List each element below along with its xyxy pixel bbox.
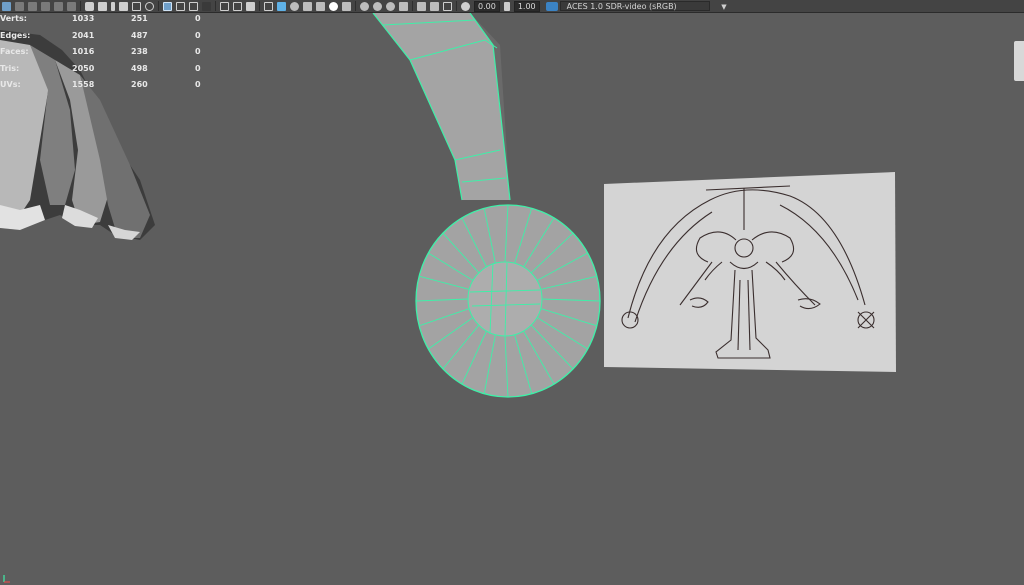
paint-icon[interactable] [28, 1, 37, 11]
hud-value-selected: 498 [131, 63, 148, 73]
hand-mesh [0, 30, 155, 240]
safe-title-icon[interactable] [220, 1, 229, 11]
hud-value-components: 0 [195, 30, 201, 40]
toolbar-separator [259, 1, 260, 11]
hud-value-components: 0 [195, 47, 201, 56]
xray-components-icon[interactable] [443, 1, 452, 11]
resolution-gate-icon[interactable] [145, 1, 154, 11]
hud-label: UVs: [0, 80, 21, 89]
view-axis-icon [3, 575, 10, 583]
field-chart-icon[interactable] [189, 1, 198, 11]
toolbar-separator [80, 1, 81, 11]
exposure-icon[interactable] [461, 1, 470, 11]
bounding-box-icon[interactable] [264, 1, 273, 11]
default-material-icon[interactable] [290, 1, 299, 11]
field-chart-text-icon[interactable] [246, 1, 255, 11]
reference-image-plane[interactable] [604, 172, 896, 372]
textured-icon[interactable] [303, 1, 312, 11]
screen-ao-icon[interactable] [342, 1, 351, 11]
hud-value-selected: 251 [131, 14, 148, 23]
toolbar-separator [158, 1, 159, 11]
use-lights-icon[interactable] [316, 1, 325, 11]
shadows-icon[interactable] [329, 1, 338, 11]
depth-of-field-icon[interactable] [386, 1, 395, 11]
grid-icon[interactable] [163, 1, 172, 11]
xray-icon[interactable] [417, 1, 426, 11]
colorspace-dropdown[interactable]: ACES 1.0 SDR-video (sRGB) ▼ [559, 1, 727, 11]
side-panel-tab[interactable] [1014, 41, 1024, 81]
hud-value-selected: 238 [131, 47, 148, 56]
hud-label: Tris: [0, 63, 20, 73]
hud-label: Verts: [0, 14, 27, 23]
hud-value-selected: 487 [131, 30, 148, 40]
gamma-icon[interactable] [503, 1, 510, 11]
colorspace-label: ACES 1.0 SDR-video (sRGB) [566, 2, 677, 11]
hud-label: Faces: [0, 47, 29, 56]
hud-value-total: 1033 [72, 14, 95, 23]
lasso-icon[interactable] [15, 1, 24, 11]
hud-value-total: 1558 [72, 80, 95, 89]
viewport-panel-toolbar: 0.00 1.00 ACES 1.0 SDR-video (sRGB) ▼ [0, 0, 1024, 13]
viewport-3d[interactable] [0, 13, 1024, 585]
select-icon[interactable] [2, 1, 11, 11]
hud-label: Edges: [0, 30, 31, 40]
rotate-icon[interactable] [54, 1, 63, 11]
safe-action-icon[interactable] [202, 1, 211, 11]
toolbar-separator [456, 1, 457, 11]
move-icon[interactable] [41, 1, 50, 11]
toolbar-separator [355, 1, 356, 11]
colorspace-toggle-icon[interactable] [545, 1, 558, 11]
motion-blur-icon[interactable] [360, 1, 369, 11]
gate-mask-icon[interactable] [176, 1, 185, 11]
hud-value-total: 2041 [72, 30, 95, 40]
wand-head-mesh[interactable] [415, 204, 601, 398]
scale-icon[interactable] [67, 1, 76, 11]
image-plane-icon[interactable] [119, 1, 128, 11]
wireframe-icon[interactable] [233, 1, 242, 11]
hud-value-components: 0 [195, 14, 201, 23]
isolate-select-icon[interactable] [399, 1, 408, 11]
toolbar-separator [412, 1, 413, 11]
hud-value-components: 0 [195, 63, 201, 73]
camera-attributes-icon[interactable] [98, 1, 107, 11]
hud-value-selected: 260 [131, 80, 148, 89]
hud-value-total: 1016 [72, 47, 95, 56]
antialias-icon[interactable] [373, 1, 382, 11]
gamma-field[interactable]: 1.00 [513, 0, 540, 12]
hud-value-total: 2050 [72, 63, 95, 73]
exposure-field[interactable]: 0.00 [474, 0, 500, 12]
toolbar-separator [215, 1, 216, 11]
chevron-down-icon: ▼ [721, 3, 727, 11]
film-gate-icon[interactable] [132, 1, 141, 11]
camera-icon[interactable] [85, 1, 94, 11]
wand-arm-mesh[interactable] [372, 13, 511, 201]
bookmark-icon[interactable] [111, 1, 115, 11]
hud-value-components: 0 [195, 80, 201, 89]
xray-joints-icon[interactable] [430, 1, 439, 11]
smooth-shade-icon[interactable] [277, 1, 286, 11]
